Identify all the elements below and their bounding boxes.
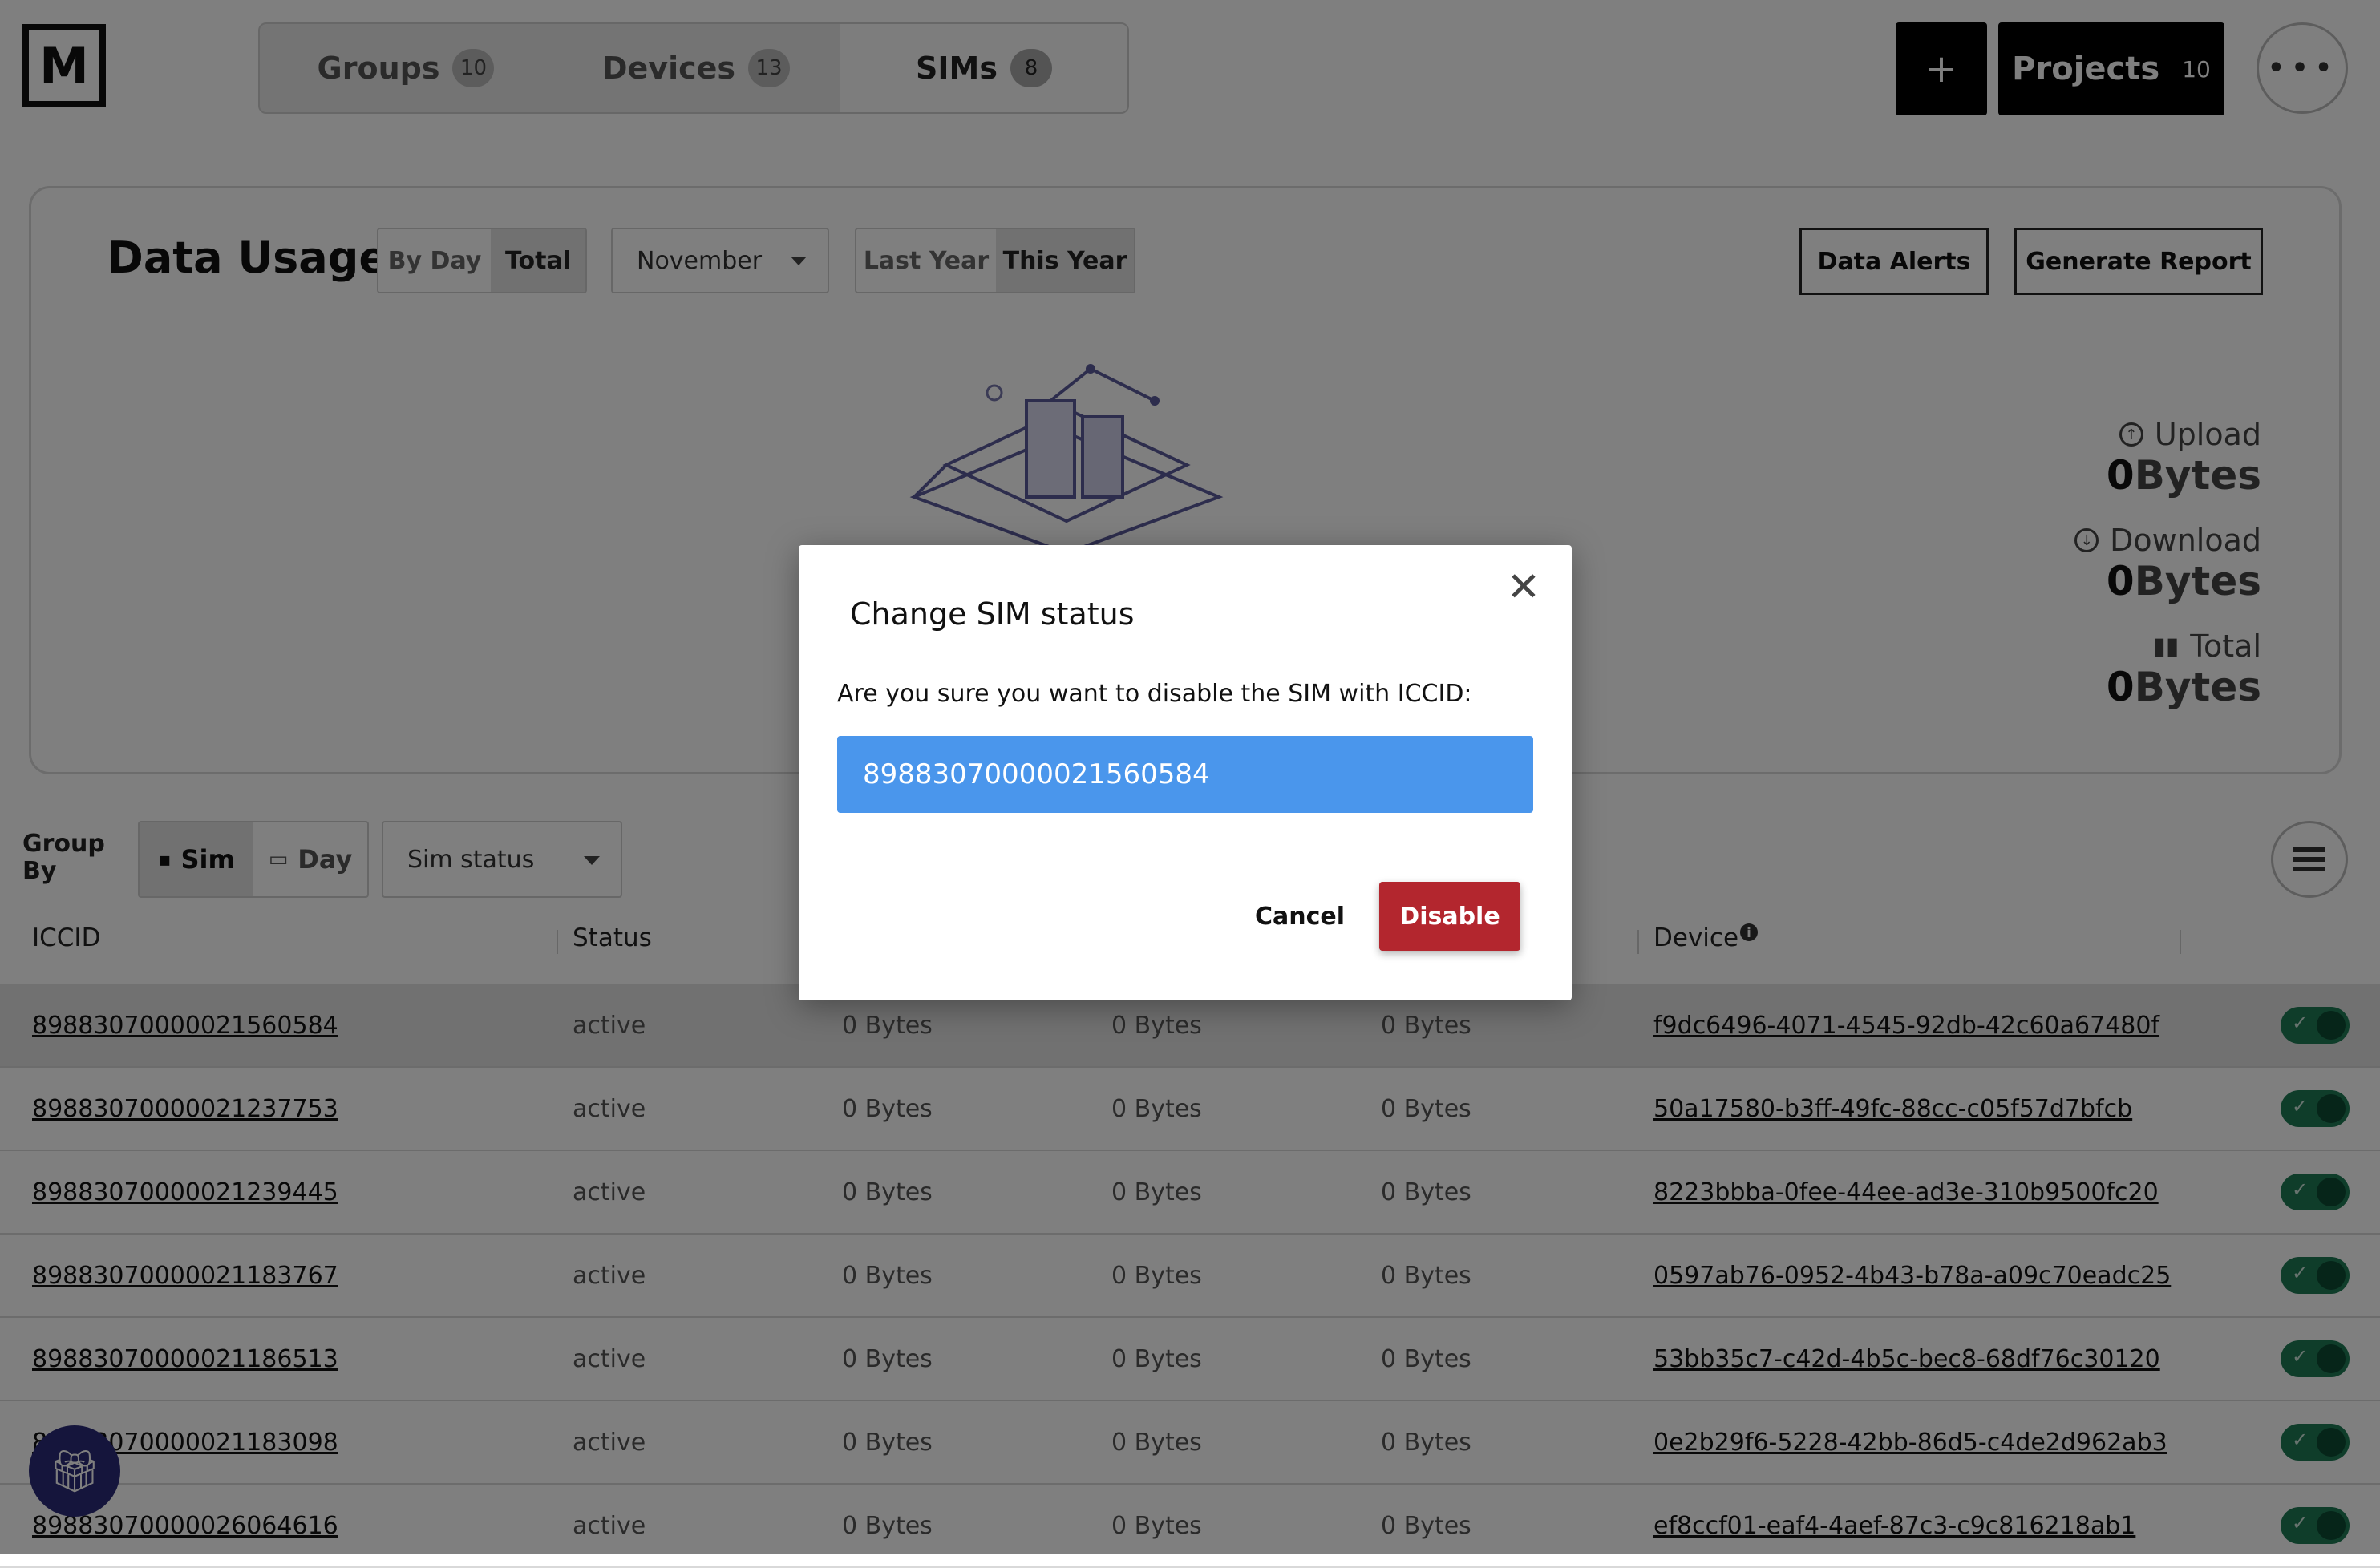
iccid-display: 89883070000021560584 xyxy=(837,736,1533,813)
disable-button[interactable]: Disable xyxy=(1379,882,1520,951)
change-sim-status-dialog: Change SIM status ✕ Are you sure you wan… xyxy=(799,545,1572,1000)
dialog-message: Are you sure you want to disable the SIM… xyxy=(837,680,1472,708)
cancel-button[interactable]: Cancel xyxy=(1255,882,1345,951)
close-icon[interactable]: ✕ xyxy=(1500,563,1548,611)
dialog-title: Change SIM status xyxy=(850,596,1135,632)
